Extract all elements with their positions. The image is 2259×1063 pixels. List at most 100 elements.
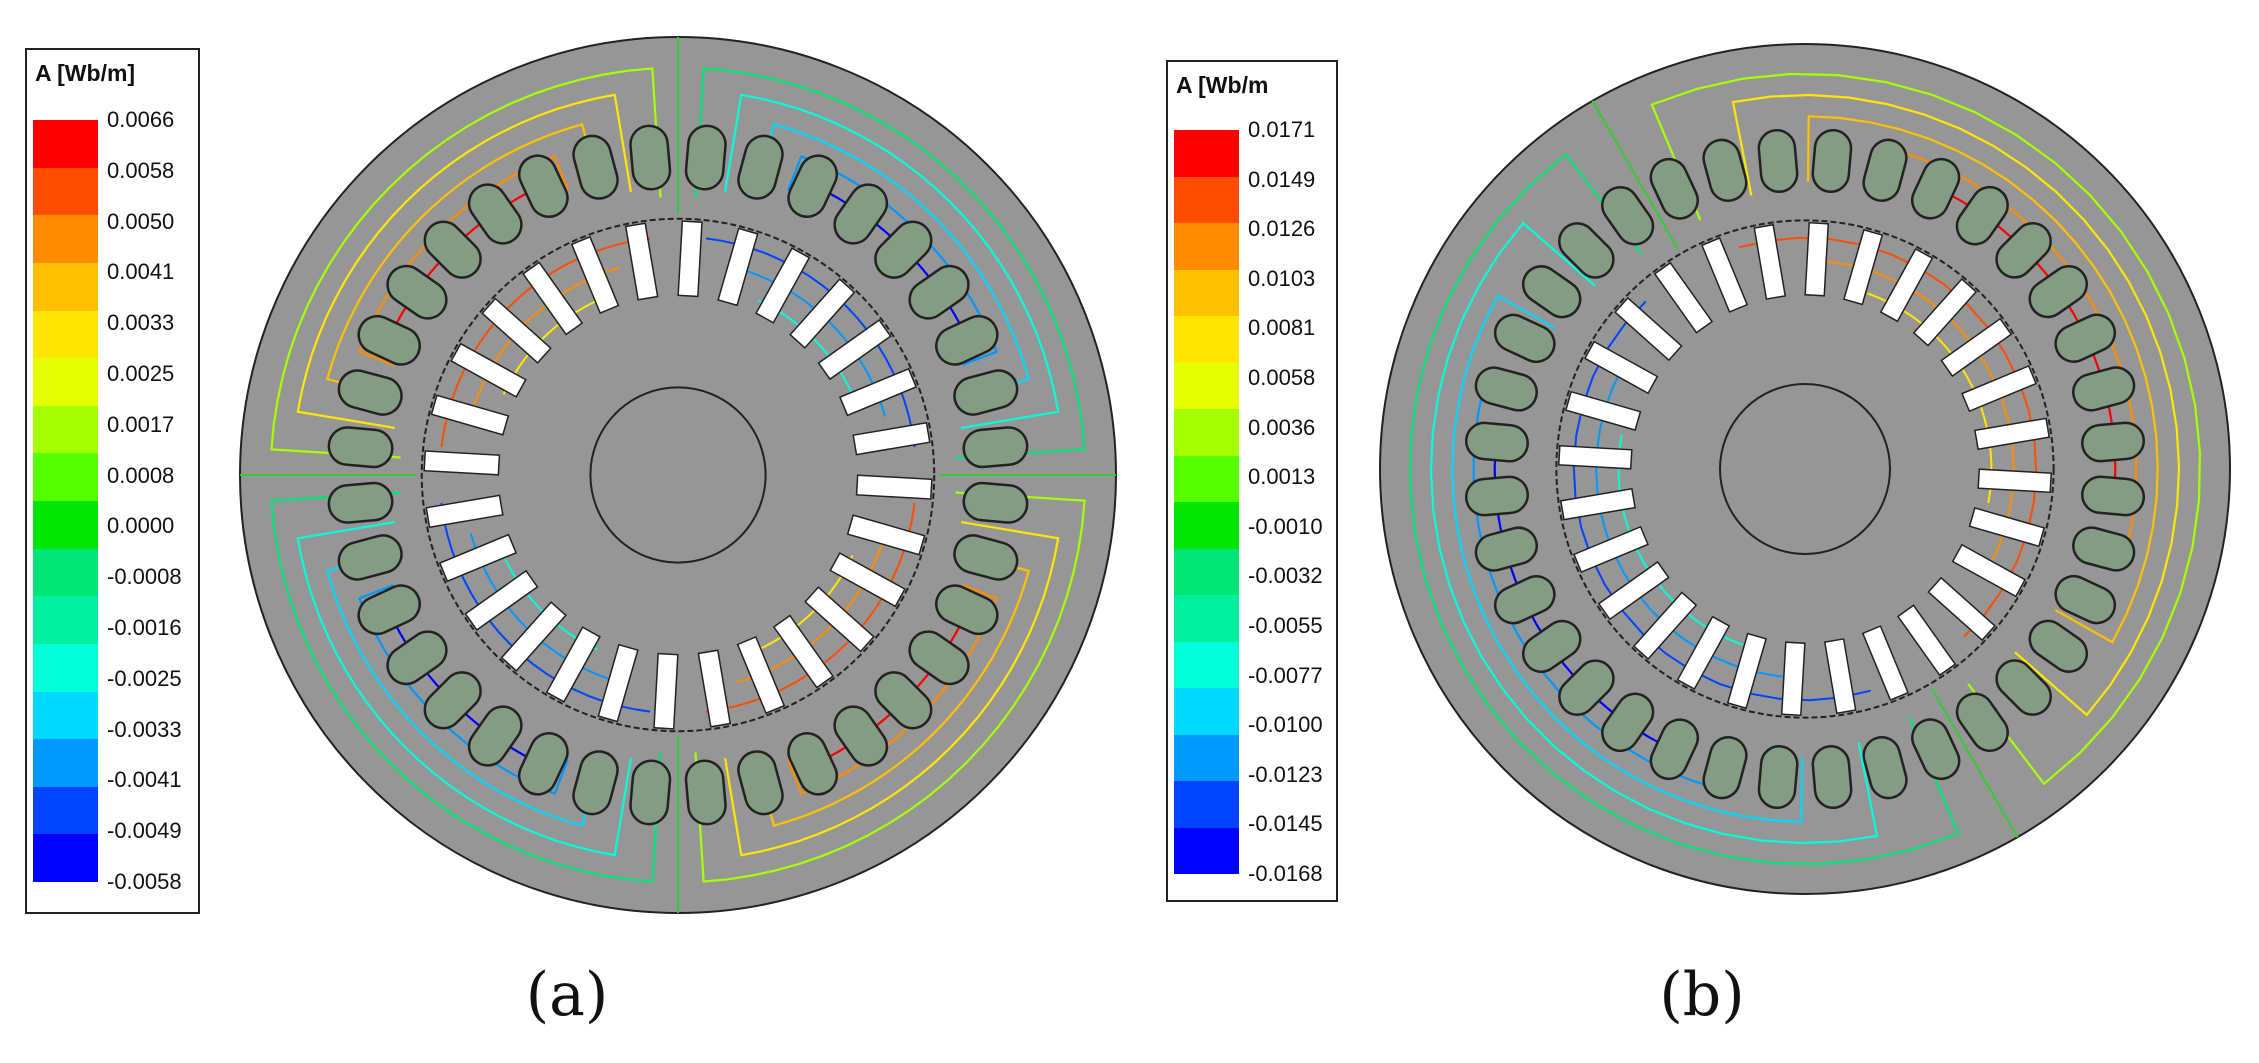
colorbar-tick-label: -0.0077 [1248, 662, 1323, 688]
colorbar-title-a: A [Wb/m] [35, 60, 136, 86]
colorbar-tick-label: 0.0000 [107, 513, 175, 539]
colorbar-tick-label: 0.0033 [107, 310, 175, 336]
colorbar-swatch [33, 310, 98, 359]
stator-slot [629, 759, 672, 826]
colorbar-swatch [33, 739, 98, 787]
colorbar-tick-label: 0.0013 [1248, 464, 1316, 490]
colorbar-tick-label: 0.0103 [1248, 265, 1316, 291]
colorbar-tick-label: -0.0049 [107, 818, 182, 844]
colorbar-swatch [1174, 455, 1239, 502]
colorbar-swatch [33, 501, 98, 549]
stator-slot [1464, 475, 1529, 517]
colorbar-tick-label: 0.0058 [107, 157, 175, 183]
motor-cross-section-a [239, 36, 1117, 914]
colorbar-swatch [33, 358, 98, 406]
colorbar-tick-label: -0.0033 [107, 716, 182, 742]
colorbar-tick-label: 0.0025 [107, 361, 175, 386]
rotor-bar [1804, 221, 1830, 297]
colorbar-tick-label: -0.0168 [1248, 861, 1323, 886]
colorbar-swatch [33, 167, 98, 216]
colorbar-tick-label: 0.0171 [1248, 117, 1316, 142]
rotor-bar [1977, 468, 2053, 494]
colorbar-swatch [33, 834, 98, 882]
colorbar-tick-label: 0.0017 [107, 411, 175, 437]
colorbar-swatch [1174, 176, 1239, 223]
colorbar-swatch [1174, 130, 1239, 177]
stator-slot [684, 124, 727, 191]
colorbar-tick-label: 0.0008 [107, 462, 175, 488]
colorbar-swatch [1174, 362, 1239, 409]
rotor-bar [1557, 444, 1633, 470]
shaft [1719, 383, 1891, 555]
rotor-bar [677, 220, 703, 298]
colorbar-swatch [33, 691, 98, 740]
colorbar-tick-label: -0.0041 [107, 767, 182, 793]
colorbar-tick-label: -0.0008 [107, 564, 182, 590]
colorbar-swatch [1174, 409, 1239, 456]
colorbar-tick-label: -0.0025 [107, 665, 182, 691]
figure-caption-b: (b) [1659, 960, 1745, 1030]
colorbar-swatch [33, 453, 98, 501]
colorbar-tick-label: -0.0058 [107, 869, 182, 894]
colorbar-tick-label: -0.0100 [1248, 712, 1323, 738]
stator-slot [327, 426, 394, 469]
colorbar-swatch [1174, 641, 1239, 688]
colorbar-swatch [1174, 502, 1239, 549]
stator-slot [1464, 421, 1529, 463]
colorbar-swatch [33, 405, 98, 454]
stator-slot [962, 426, 1029, 469]
colorbar-tick-label: 0.0081 [1248, 315, 1316, 341]
stator-slot [962, 481, 1029, 524]
colorbar-title-b: A [Wb/m [1176, 72, 1269, 98]
stator-slot [684, 759, 727, 826]
rotor-bar [855, 474, 933, 500]
colorbar-tick-label: 0.0126 [1248, 216, 1316, 242]
stator-slot [327, 481, 394, 524]
colorbar-tick-label: -0.0123 [1248, 761, 1323, 787]
colorbar-swatch [1174, 595, 1239, 642]
colorbar-swatch [1174, 316, 1239, 363]
colorbar-swatch [33, 120, 98, 168]
rotor-bar [1780, 641, 1806, 717]
colorbar-swatch [1174, 688, 1239, 735]
stator-slot [1757, 745, 1799, 810]
shaft [589, 386, 767, 564]
rotor-bar [653, 652, 679, 730]
stator-slot [629, 124, 672, 191]
colorbar-legend-b: A [Wb/m 0.0171 0.0149 0.0126 0.0103 0.0081 0.… [1166, 60, 1338, 902]
colorbar-tick-label: 0.0050 [107, 208, 175, 234]
colorbar-swatch [33, 262, 98, 311]
colorbar-swatch [33, 548, 98, 597]
colorbar-tick-label: 0.0066 [107, 107, 175, 132]
stator-slot [2081, 475, 2146, 517]
colorbar-tick-label: 0.0149 [1248, 166, 1316, 192]
colorbar-swatch [33, 215, 98, 263]
figure-panel-a: A [Wb/m] 0.0066 0.0058 0.0050 0.0041 0.0033 0… [0, 0, 1130, 1063]
figure-caption-a: (a) [525, 960, 609, 1030]
colorbar-tick-label: -0.0016 [107, 615, 182, 640]
colorbar-legend-a: A [Wb/m] 0.0066 0.0058 0.0050 0.0041 0.0033 0… [25, 48, 200, 914]
stator-slot [1811, 128, 1853, 193]
colorbar-tick-label: 0.0058 [1248, 365, 1316, 390]
figure-panel-b: A [Wb/m 0.0171 0.0149 0.0126 0.0103 0.0081 0.… [1130, 0, 2259, 1063]
colorbar-swatch [1174, 269, 1239, 316]
colorbar-tick-label: -0.0032 [1248, 563, 1323, 589]
stator-slot [1757, 128, 1799, 193]
colorbar-swatch [33, 786, 98, 835]
colorbar-swatch [33, 643, 98, 692]
colorbar-tick-label: -0.0010 [1248, 513, 1323, 539]
motor-cross-section-b [1379, 43, 2231, 895]
colorbar-swatch [1174, 827, 1239, 874]
colorbar-swatch [33, 596, 98, 644]
colorbar-swatch [1174, 548, 1239, 595]
stator-slot [1811, 745, 1853, 810]
colorbar-swatch [1174, 781, 1239, 828]
colorbar-tick-label: 0.0041 [107, 259, 175, 285]
colorbar-swatch [1174, 223, 1239, 270]
colorbar-a [33, 120, 98, 882]
colorbar-tick-label: -0.0145 [1248, 811, 1323, 837]
colorbar-tick-label: -0.0055 [1248, 613, 1323, 638]
stator-slot [2081, 421, 2146, 463]
rotor-bar [423, 450, 501, 476]
colorbar-tick-label: 0.0036 [1248, 414, 1316, 440]
